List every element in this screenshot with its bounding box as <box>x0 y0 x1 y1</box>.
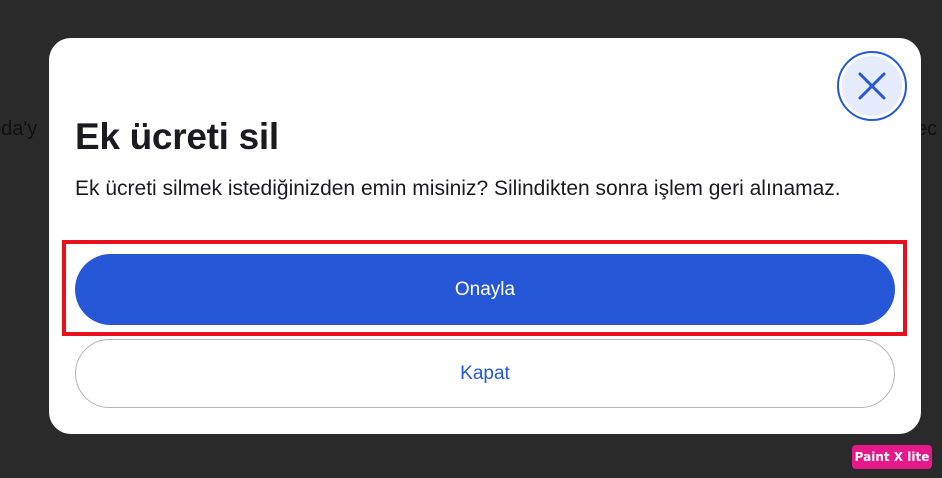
delete-extra-fee-dialog: Ek ücreti sil Ek ücreti silmek istediğin… <box>49 38 921 434</box>
paint-x-lite-watermark: Paint X lite <box>852 445 932 469</box>
dialog-title: Ek ücreti sil <box>75 116 279 157</box>
background-text-left: oda'y <box>0 118 38 140</box>
dialog-message: Ek ücreti silmek istediğinizden emin mis… <box>75 177 841 200</box>
confirm-button[interactable]: Onayla <box>75 254 895 325</box>
close-icon <box>858 72 886 100</box>
dialog-close-button[interactable] <box>837 51 907 121</box>
close-button-inner <box>842 56 902 116</box>
close-button[interactable]: Kapat <box>75 339 895 408</box>
